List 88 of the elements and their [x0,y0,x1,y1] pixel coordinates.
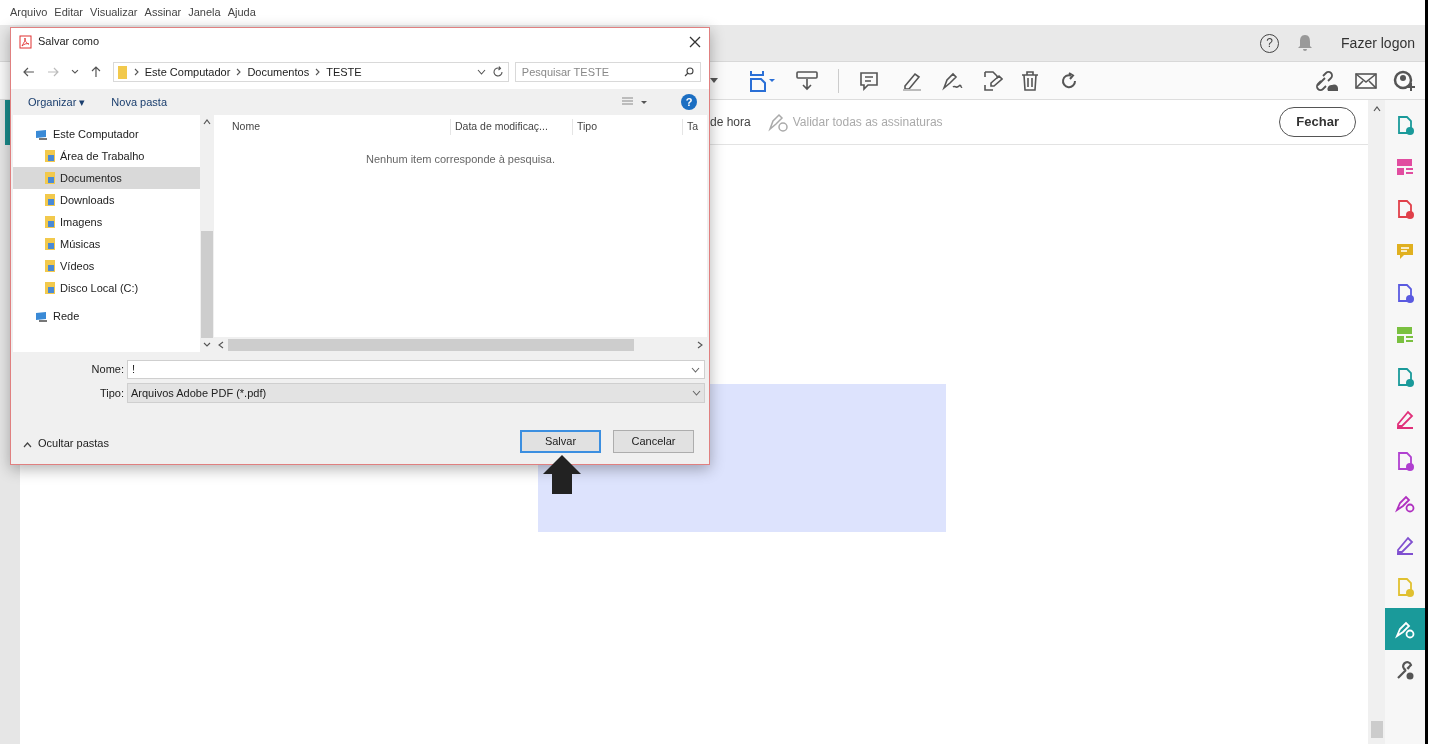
pen-check-icon [766,112,789,132]
nav-item[interactable]: Rede [13,305,200,327]
chevron-down-icon[interactable] [692,390,701,396]
file-type-dropdown[interactable]: Arquivos Adobe PDF (*.pdf) [127,383,705,403]
folder-icon [45,282,56,294]
comment-icon[interactable] [859,70,879,91]
chevron-right-icon [236,68,242,76]
trash-icon[interactable] [1021,70,1039,91]
view-options-icon[interactable] [621,97,647,107]
download-icon[interactable] [796,70,818,91]
scrollbar-thumb[interactable] [1370,721,1383,738]
scroll-right-icon[interactable] [697,340,703,349]
chevron-down-icon[interactable] [476,69,486,75]
folder-icon [45,216,56,228]
refresh-icon[interactable] [491,66,504,78]
toolbar-button[interactable]: Nova pasta [111,93,167,111]
chevron-down-icon[interactable] [691,366,700,373]
nav-item[interactable]: Disco Local (C:) [13,277,200,299]
search-input[interactable]: Pesquisar TESTE [521,63,684,81]
link-icon[interactable] [1315,69,1339,92]
hide-folders-toggle[interactable]: Ocultar pastas [38,434,109,451]
folder-icon [45,172,56,184]
toolbar-label: de hora [710,114,751,131]
pen-signature-icon[interactable] [941,70,963,91]
column-header[interactable]: Ta [682,119,706,135]
toolbar-button[interactable]: Organizar ▾ [28,93,86,111]
nav-item[interactable]: Downloads [13,189,200,211]
breadcrumb-item[interactable]: Documentos [247,63,310,81]
dialog-title: Salvar como [38,34,100,50]
chevron-right-icon [133,68,139,76]
empty-message: Nenhum item corresponde à pesquisa. [366,152,555,167]
search-icon[interactable] [684,67,694,77]
back-arrow-icon[interactable] [23,67,35,77]
close-button[interactable]: Fechar [1279,107,1356,137]
validate-signatures-label: Validar todas as assinaturas [792,114,943,131]
help-button[interactable]: ? [681,94,697,110]
highlighter-icon[interactable] [901,70,923,91]
chevron-down-icon[interactable] [70,69,79,75]
scroll-up-icon[interactable] [1372,106,1381,112]
add-user-icon[interactable] [1393,69,1415,92]
field-label: Nome: [90,362,124,378]
folder-icon [45,238,56,250]
chevron-right-icon [315,68,321,76]
up-arrow-icon[interactable] [90,66,101,78]
close-icon[interactable] [689,35,701,48]
column-header[interactable]: Data de modificaç... [450,119,572,135]
folder-icon [117,65,128,79]
menu-item[interactable]: Visualizar [90,4,138,21]
scrollbar-thumb[interactable] [228,338,634,351]
scroll-left-icon[interactable] [218,340,224,349]
up-arrow-drawing [543,455,581,494]
nav-item[interactable]: Documentos [13,167,200,189]
pdf-icon [19,34,32,49]
tool-button[interactable] [1385,608,1425,650]
nav-item[interactable]: Músicas [13,233,200,255]
pen-signature-icon [1395,619,1415,639]
folder-icon [45,150,56,162]
breadcrumb-item[interactable]: Este Computador [144,63,231,81]
mail-icon[interactable] [1355,71,1377,90]
nav-item[interactable]: Vídeos [13,255,200,277]
breadcrumb-item[interactable]: TESTE [326,63,362,81]
sign-in-link[interactable]: Fazer logon [1341,32,1415,54]
document-edit-icon[interactable] [981,70,1003,91]
scroll-down-icon[interactable] [203,342,211,348]
save-button[interactable]: Salvar [520,430,601,453]
menu-item[interactable]: Editar [54,4,84,21]
address-bar[interactable]: Este Computador Documentos TESTE [112,62,509,82]
computer-icon [35,128,49,140]
chevron-up-icon[interactable] [23,442,32,448]
scroll-up-icon[interactable] [203,119,211,125]
computer-icon [35,310,49,322]
folder-icon [45,260,56,272]
menu-item[interactable]: Arquivo [10,4,48,21]
search-field[interactable]: Pesquisar TESTE [514,62,701,82]
field-label: Tipo: [98,385,124,401]
column-header[interactable]: Tipo [572,119,682,135]
menu-item[interactable]: Janela [188,4,221,21]
menu-item[interactable]: Assinar [144,4,182,21]
cancel-button[interactable]: Cancelar [613,430,694,453]
menu-item[interactable]: Ajuda [227,4,256,21]
nav-item[interactable]: Imagens [13,211,200,233]
nav-item[interactable]: Área de Trabalho [13,145,200,167]
column-header[interactable]: Nome [214,119,450,135]
folder-icon [45,194,56,206]
caret-icon[interactable] [710,77,718,84]
nav-item[interactable]: Este Computador [13,123,200,145]
scrollbar-thumb[interactable] [201,231,213,338]
redo-icon[interactable] [1059,70,1079,91]
